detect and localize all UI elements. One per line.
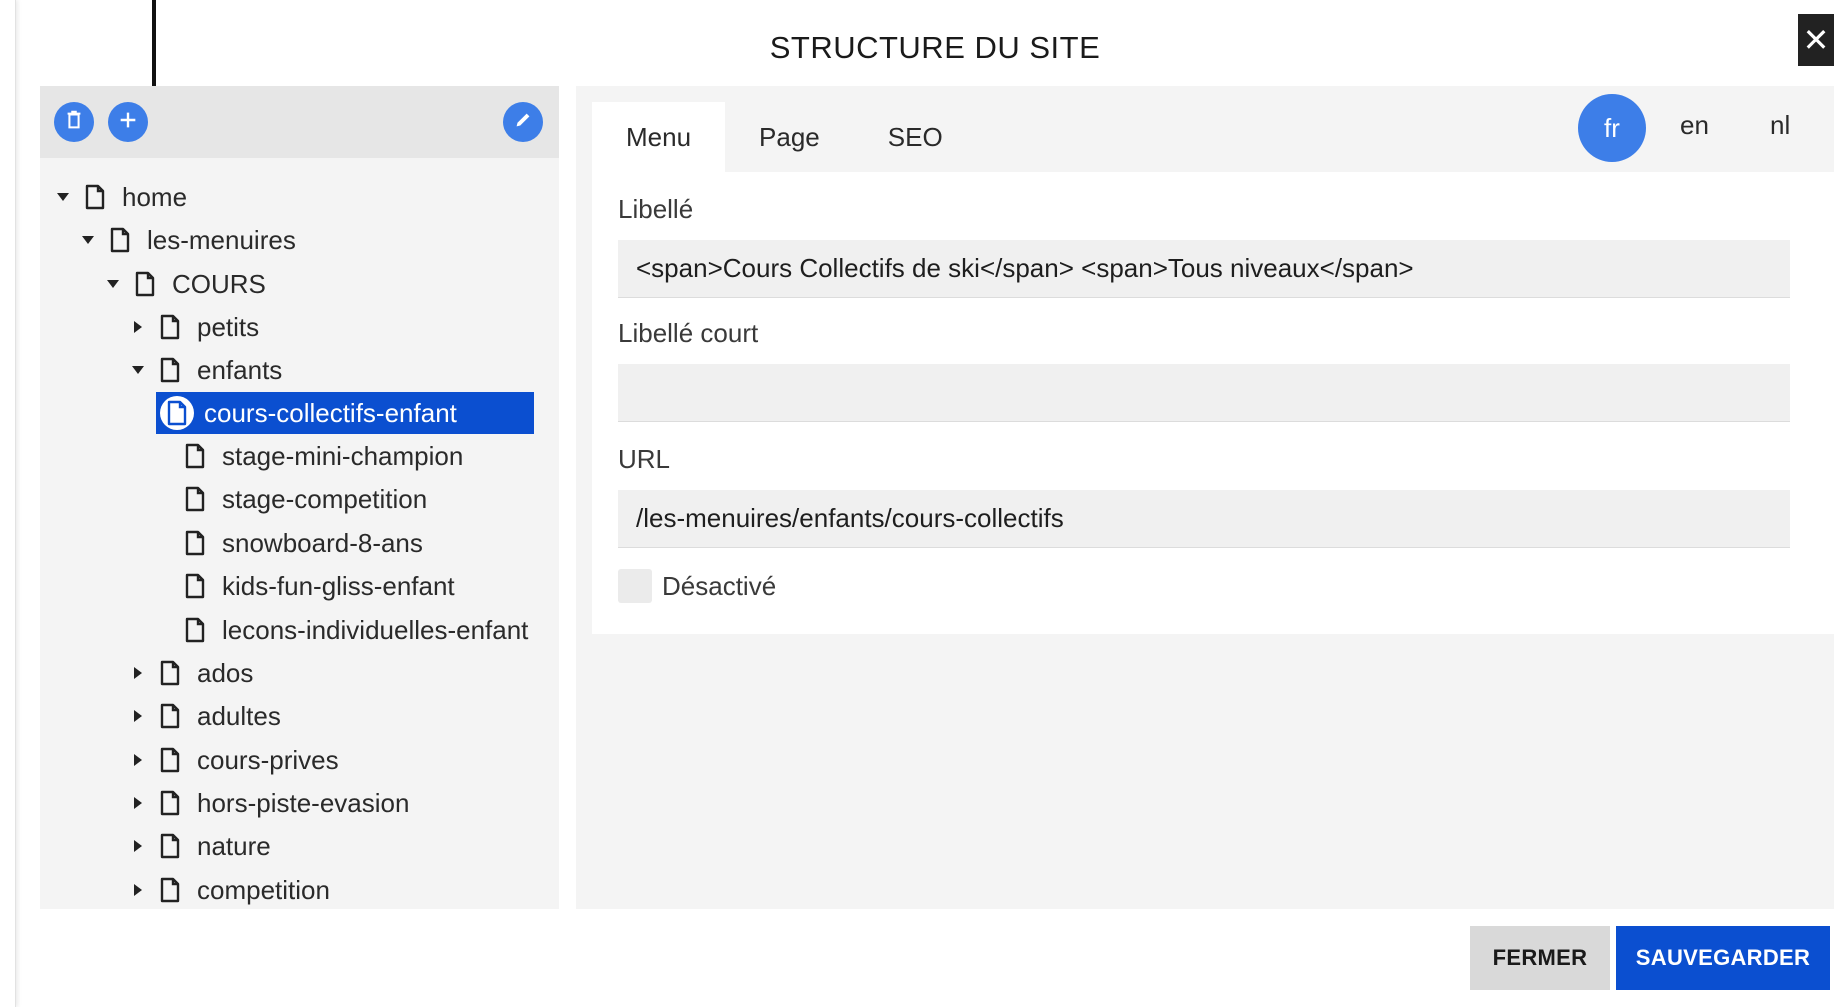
caret-right-icon[interactable] — [125, 790, 151, 816]
save-button[interactable]: SAUVEGARDER — [1616, 926, 1830, 990]
page-icon — [157, 875, 183, 905]
caret-down-icon[interactable] — [75, 227, 101, 253]
left-edge-strip — [0, 0, 16, 1007]
tree-item-label: nature — [197, 830, 271, 861]
page-icon — [157, 701, 183, 731]
tree-item-label: adultes — [197, 700, 281, 731]
edit-button[interactable] — [503, 102, 543, 142]
tree-item-label: hors-piste-evasion — [197, 787, 410, 818]
caret-right-icon[interactable] — [125, 703, 151, 729]
tree-item[interactable]: stage-competition — [150, 478, 427, 520]
tree-panel: home les-menuires COURS petits enfants cours-… — [40, 86, 559, 909]
url-label: URL — [618, 444, 671, 474]
tree-item[interactable]: cours-prives — [125, 739, 339, 781]
lang-nl-button[interactable]: nl — [1770, 110, 1790, 141]
trash-icon — [63, 109, 85, 136]
page-icon — [107, 225, 133, 255]
tab-bar: Menu Page SEO — [592, 102, 977, 172]
tree-item-label: lecons-individuelles-enfant — [222, 614, 529, 645]
page-icon — [182, 484, 208, 514]
url-input[interactable]: /les-menuires/enfants/cours-collectifs — [618, 490, 1790, 548]
tree-item[interactable]: lecons-individuelles-enfant — [150, 609, 528, 651]
tree-toolbar — [40, 86, 559, 158]
tree-item[interactable]: enfants — [125, 349, 282, 391]
tree-item[interactable]: stage-mini-champion — [150, 435, 463, 477]
page-icon — [182, 441, 208, 471]
tree-item-label: stage-mini-champion — [222, 440, 464, 471]
editor-panel: Menu Page SEO fr en nl Libellé <span>Cou… — [576, 86, 1834, 909]
caret-right-icon[interactable] — [125, 877, 151, 903]
tree-item-label: COURS — [172, 268, 266, 299]
tree-item[interactable]: kids-fun-gliss-enfant — [150, 565, 455, 607]
close-dialog-button[interactable]: FERMER — [1470, 926, 1610, 990]
tree-item[interactable]: hors-piste-evasion — [125, 782, 409, 824]
page-icon — [157, 788, 183, 818]
page-icon — [182, 571, 208, 601]
lang-fr-button[interactable]: fr — [1578, 94, 1646, 162]
tree-item-label: cours-prives — [197, 744, 339, 775]
desactive-checkbox[interactable] — [618, 569, 652, 603]
tree-item[interactable]: nature — [125, 825, 271, 867]
tree-item[interactable]: les-menuires — [75, 219, 296, 261]
tree-item[interactable]: home — [50, 176, 187, 218]
tree-item[interactable]: cours-collectifs-enfant — [156, 392, 534, 434]
libelle-label: Libellé — [618, 194, 694, 224]
page-icon — [182, 615, 208, 645]
caret-right-icon[interactable] — [125, 314, 151, 340]
tree-item[interactable]: snowboard-8-ans — [150, 522, 423, 564]
tree-item-label: les-menuires — [147, 224, 296, 255]
tree-item[interactable]: COURS — [100, 263, 266, 305]
modal-title: STRUCTURE DU SITE — [769, 30, 1101, 65]
desactive-label: Désactivé — [662, 571, 777, 601]
caret-right-icon[interactable] — [125, 833, 151, 859]
page-icon — [132, 269, 158, 299]
page-icon — [157, 658, 183, 688]
caret-right-icon[interactable] — [125, 660, 151, 686]
menu-form: Libellé <span>Cours Collectifs de ski</s… — [592, 172, 1834, 634]
tab-page[interactable]: Page — [725, 102, 854, 172]
close-button[interactable]: ✕ — [1798, 14, 1834, 66]
tab-menu[interactable]: Menu — [592, 102, 726, 172]
tree-item-label: snowboard-8-ans — [222, 527, 423, 558]
caret-down-icon[interactable] — [125, 357, 151, 383]
tree-item-label: petits — [197, 311, 260, 342]
page-icon — [157, 355, 183, 385]
tree-item[interactable]: petits — [125, 306, 259, 348]
libelle-court-label: Libellé court — [618, 318, 759, 348]
page-icon — [182, 528, 208, 558]
plus-icon — [117, 109, 139, 136]
tree-item-label: home — [122, 181, 188, 212]
caret-down-icon[interactable] — [50, 184, 76, 210]
page-icon — [82, 182, 108, 212]
caret-right-icon[interactable] — [125, 747, 151, 773]
caret-down-icon[interactable] — [100, 271, 126, 297]
page-icon — [160, 396, 194, 430]
lang-en-button[interactable]: en — [1680, 110, 1709, 141]
page-icon — [157, 745, 183, 775]
pencil-icon — [512, 109, 534, 136]
tree-item-label: enfants — [197, 354, 283, 385]
tab-seo[interactable]: SEO — [854, 102, 977, 172]
tree-item-label: competition — [197, 874, 330, 905]
libelle-court-input[interactable] — [618, 364, 1790, 422]
tree-item-label: cours-collectifs-enfant — [204, 397, 457, 428]
tree-item[interactable]: ados — [125, 652, 253, 694]
page-icon — [157, 831, 183, 861]
tree-item[interactable]: competition — [125, 869, 330, 911]
libelle-input[interactable]: <span>Cours Collectifs de ski</span> <sp… — [618, 240, 1790, 298]
tree-item-label: stage-competition — [222, 483, 428, 514]
page-icon — [157, 312, 183, 342]
tree-item[interactable]: adultes — [125, 695, 281, 737]
tree-item-label: ados — [197, 657, 254, 688]
tree-item-label: kids-fun-gliss-enfant — [222, 570, 455, 601]
delete-button[interactable] — [54, 102, 94, 142]
add-button[interactable] — [108, 102, 148, 142]
